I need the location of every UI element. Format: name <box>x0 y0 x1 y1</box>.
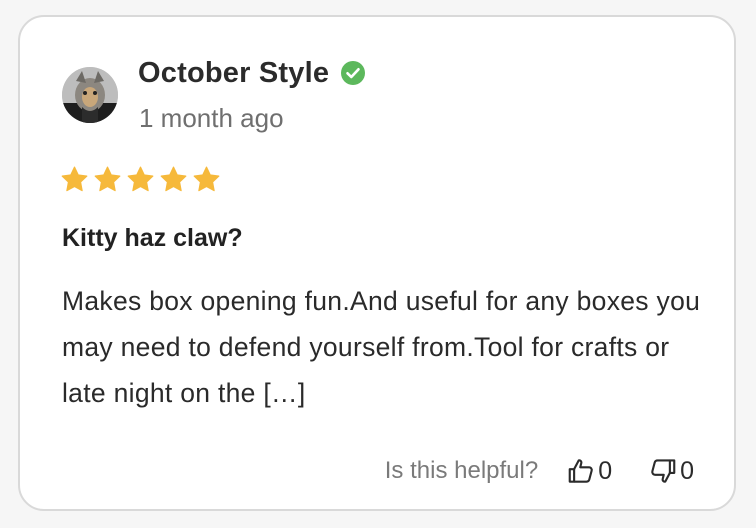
review-body: Makes box opening fun.And useful for any… <box>62 286 701 408</box>
review-card: October Style 1 month ago Kitty haz claw… <box>18 15 736 511</box>
helpful-yes-button[interactable]: 0 <box>566 456 612 486</box>
review-title: Kitty haz claw? <box>62 224 243 252</box>
check-badge-icon <box>341 61 366 85</box>
avatar-image <box>62 67 118 123</box>
helpful-label: Is this helpful? <box>384 457 539 484</box>
helpful-yes-count: 0 <box>598 456 613 485</box>
thumbs-up-icon <box>568 459 593 483</box>
star-icon <box>94 166 121 192</box>
helpful-no-count: 0 <box>680 456 694 485</box>
star-icon <box>160 166 187 192</box>
author-name: October Style <box>138 56 330 89</box>
star-icon <box>127 166 154 192</box>
review-date: 1 month ago <box>139 103 284 133</box>
star-icon <box>61 166 88 192</box>
thumbs-down-icon <box>651 459 676 483</box>
avatar <box>62 67 118 123</box>
helpful-footer: Is this helpful? 0 0 <box>385 453 694 489</box>
star-rating <box>60 165 221 194</box>
author-row: October Style <box>138 55 366 91</box>
helpful-no-button[interactable]: 0 <box>648 456 694 486</box>
star-icon <box>193 166 220 192</box>
